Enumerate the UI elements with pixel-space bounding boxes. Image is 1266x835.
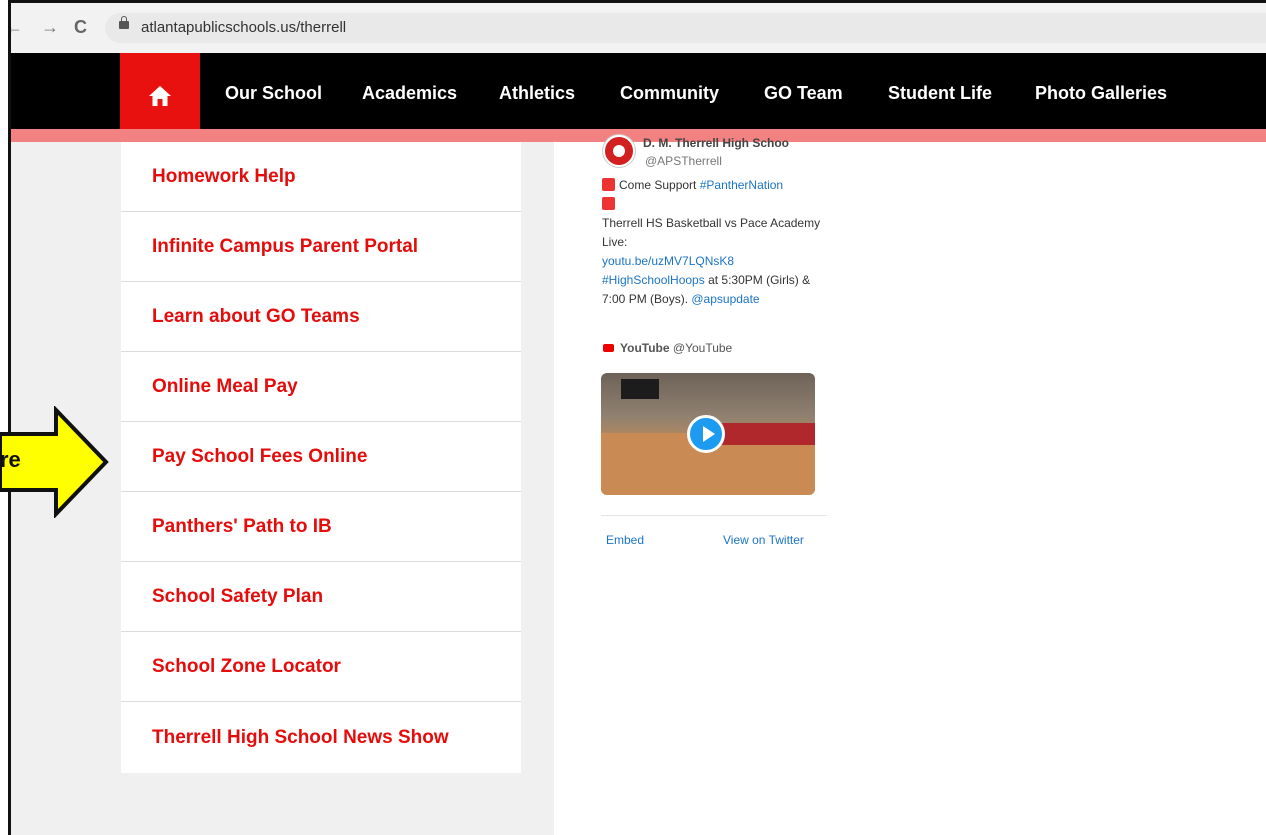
nav-our-school[interactable]: Our School bbox=[225, 83, 322, 104]
tweet-line2: Therrell HS Basketball vs Pace Academy L… bbox=[602, 216, 821, 249]
browser-toolbar: ← → C atlantapublicschools.us/therrell bbox=[11, 3, 1266, 53]
tweet-mention[interactable]: @apsupdate bbox=[691, 292, 759, 306]
tweet-author-name[interactable]: D. M. Therrell High Schoo bbox=[643, 136, 789, 150]
court-wall bbox=[721, 423, 815, 445]
tweet-hashtag-panthernation[interactable]: #PantherNation bbox=[700, 178, 783, 192]
annotation-label: re bbox=[0, 447, 21, 472]
video-thumbnail[interactable] bbox=[601, 373, 815, 495]
tweet-author-handle[interactable]: @APSTherrell bbox=[645, 154, 722, 168]
menu-item-infinite-campus[interactable]: Infinite Campus Parent Portal bbox=[121, 212, 521, 282]
embed-link[interactable]: Embed bbox=[606, 533, 644, 547]
siren-emoji-icon bbox=[602, 197, 615, 210]
lock-icon bbox=[119, 16, 129, 29]
home-icon bbox=[149, 86, 171, 106]
siren-emoji-icon bbox=[602, 178, 615, 191]
nav-student-life[interactable]: Student Life bbox=[888, 83, 992, 104]
address-bar[interactable]: atlantapublicschools.us/therrell bbox=[105, 13, 1266, 43]
forward-button[interactable]: → bbox=[41, 17, 59, 38]
menu-item-safety-plan[interactable]: School Safety Plan bbox=[121, 562, 521, 632]
menu-item-homework-help[interactable]: Homework Help bbox=[121, 142, 521, 212]
tweet-text: Come Support #PantherNation Therrell HS … bbox=[602, 176, 832, 309]
nav-academics[interactable]: Academics bbox=[362, 83, 457, 104]
nav-go-team[interactable]: GO Team bbox=[764, 83, 843, 104]
scoreboard bbox=[621, 379, 659, 399]
twitter-avatar[interactable] bbox=[603, 135, 635, 167]
menu-item-zone-locator[interactable]: School Zone Locator bbox=[121, 632, 521, 702]
menu-item-pay-school-fees[interactable]: Pay School Fees Online bbox=[121, 422, 521, 492]
menu-item-news-show[interactable]: Therrell High School News Show bbox=[121, 702, 521, 773]
youtube-attribution[interactable]: YouTube @YouTube bbox=[603, 341, 732, 355]
tweet-hashtag-hoops[interactable]: #HighSchoolHoops bbox=[602, 273, 705, 287]
site-navigation: Our School Academics Athletics Community… bbox=[11, 53, 1266, 139]
reload-button[interactable]: C bbox=[74, 17, 87, 38]
nav-athletics[interactable]: Athletics bbox=[499, 83, 575, 104]
nav-photo-galleries[interactable]: Photo Galleries bbox=[1035, 83, 1167, 104]
menu-item-go-teams[interactable]: Learn about GO Teams bbox=[121, 282, 521, 352]
youtube-label: YouTube bbox=[620, 341, 670, 355]
home-button[interactable] bbox=[120, 53, 200, 139]
youtube-handle: @YouTube bbox=[672, 341, 733, 355]
menu-item-panthers-path[interactable]: Panthers' Path to IB bbox=[121, 492, 521, 562]
quick-links-menu: Homework Help Infinite Campus Parent Por… bbox=[121, 142, 521, 773]
back-button[interactable]: ← bbox=[11, 17, 23, 38]
nav-community[interactable]: Community bbox=[620, 83, 719, 104]
play-icon[interactable] bbox=[687, 415, 725, 453]
tweet-divider bbox=[601, 515, 827, 516]
tweet-video-link[interactable]: youtu.be/uzMV7LQNsK8 bbox=[602, 254, 734, 268]
tweet-line1: Come Support bbox=[619, 178, 700, 192]
url-text: atlantapublicschools.us/therrell bbox=[141, 19, 347, 36]
menu-item-online-meal-pay[interactable]: Online Meal Pay bbox=[121, 352, 521, 422]
view-on-twitter-link[interactable]: View on Twitter bbox=[723, 533, 804, 547]
header-accent-strip bbox=[11, 129, 1266, 142]
youtube-icon bbox=[603, 344, 614, 352]
browser-window: ← → C atlantapublicschools.us/therrell O… bbox=[8, 0, 1266, 835]
